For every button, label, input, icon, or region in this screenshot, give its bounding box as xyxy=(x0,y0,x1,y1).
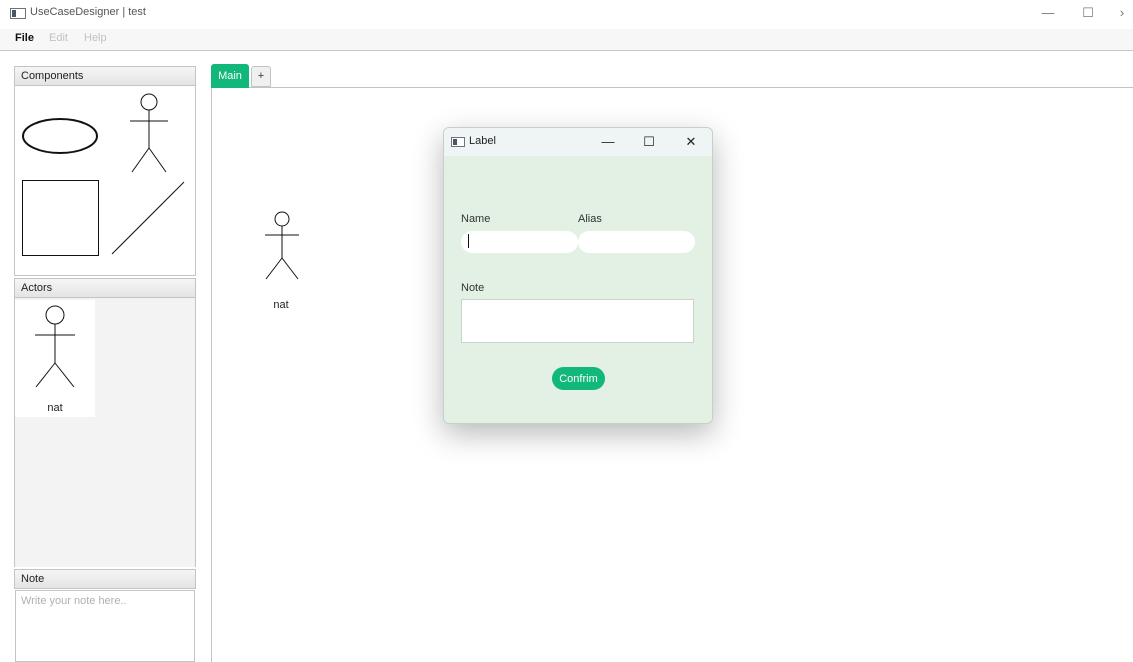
actor-stick-figure-icon[interactable] xyxy=(128,92,170,174)
note-label: Note xyxy=(461,282,485,294)
text-caret xyxy=(468,234,469,248)
name-label: Name xyxy=(461,213,491,225)
actor-card-nat[interactable]: nat xyxy=(15,300,95,417)
use-case-ellipse-icon[interactable] xyxy=(20,115,100,157)
dialog-minimize-button[interactable]: — xyxy=(598,133,618,151)
window-close-button[interactable]: › xyxy=(1112,4,1132,22)
alias-label: Alias xyxy=(578,213,602,225)
window-titlebar: UseCaseDesigner | test — ☐ › xyxy=(0,0,1133,26)
actor-stick-figure-icon[interactable] xyxy=(263,211,301,281)
tab-main[interactable]: Main xyxy=(211,64,249,88)
add-tab-button[interactable]: + xyxy=(251,66,271,87)
canvas-actor-label: nat xyxy=(273,299,289,311)
actors-panel-header: Actors xyxy=(14,278,196,298)
menu-edit[interactable]: Edit xyxy=(49,32,68,44)
dialog-title: Label xyxy=(469,135,496,147)
window-title: UseCaseDesigner | test xyxy=(30,6,146,18)
app-icon xyxy=(10,8,26,19)
dialog-maximize-button[interactable]: ☐ xyxy=(639,133,659,151)
dialog-titlebar: Label — ☐ ✕ xyxy=(444,128,712,156)
name-input[interactable] xyxy=(461,231,578,253)
dialog-close-button[interactable]: ✕ xyxy=(681,133,701,151)
window-maximize-button[interactable]: ☐ xyxy=(1078,4,1098,22)
tab-strip: Main + xyxy=(211,64,1133,88)
window-minimize-button[interactable]: — xyxy=(1038,4,1058,22)
components-panel-header: Components xyxy=(14,66,196,86)
dialog-app-icon xyxy=(451,137,465,147)
actor-stick-figure-icon xyxy=(35,305,75,388)
association-line-icon[interactable] xyxy=(110,180,186,256)
menu-file[interactable]: File xyxy=(15,32,34,44)
actor-label: nat xyxy=(47,402,63,414)
note-panel-header: Note xyxy=(14,569,196,589)
confirm-button[interactable]: Confrim xyxy=(552,367,605,390)
note-textarea[interactable] xyxy=(15,590,195,662)
menu-help[interactable]: Help xyxy=(84,32,107,44)
alias-input[interactable] xyxy=(578,231,695,253)
menu-bar: File Edit Help xyxy=(0,29,1133,51)
system-boundary-rectangle-icon[interactable] xyxy=(22,180,99,256)
dialog-note-textarea[interactable] xyxy=(461,299,694,343)
